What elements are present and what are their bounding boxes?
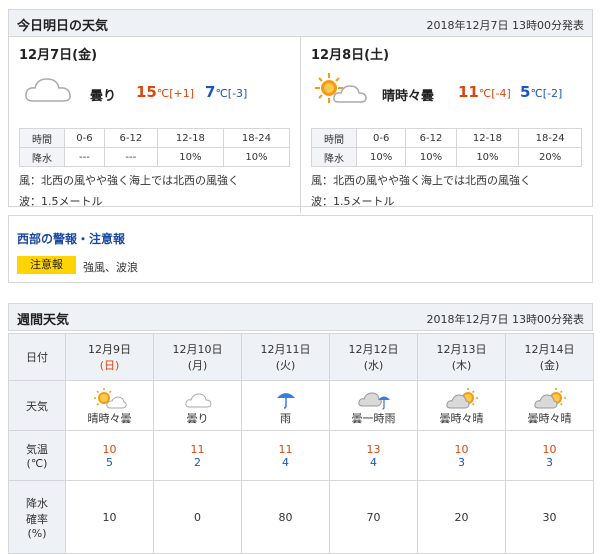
week-temp-cell: 10 3 — [417, 430, 506, 481]
week-weather-text: 雨 — [280, 412, 291, 425]
day-date: 12月8日(土) — [311, 48, 390, 63]
day-card-tomorrow: 12月8日(土) 晴時々曇 11℃[-4] 5℃[-2] 時間 0-6 6-12… — [301, 37, 591, 213]
slot: 0-6 — [355, 128, 407, 148]
low-temp: 7℃[-3] — [205, 83, 248, 101]
week-rain-cell: 20 — [417, 480, 506, 554]
week-date-cell: 12月14日 (金) — [505, 333, 594, 381]
weekly-table: 日付 12月9日 (日) 12月10日 (月) 12月11日 (火) 12月12日 (水… — [8, 333, 594, 554]
week-weather-text: 曇時々晴 — [527, 412, 572, 425]
high-temp: 15℃[+1] — [136, 83, 195, 101]
time-label: 時間 — [19, 128, 65, 148]
week-weather-text: 曇一時雨 — [351, 412, 396, 425]
wind-text: 風：北西の風やや強く海上では北西の風強く — [311, 174, 531, 187]
slot: 18-24 — [518, 128, 582, 148]
precip-value: 10% — [355, 147, 407, 167]
announced-time: 2018年12月7日 13時00分発表 — [426, 19, 584, 32]
precip-value: --- — [103, 147, 158, 167]
weekly-announced-time: 2018年12月7日 13時00分発表 — [426, 313, 584, 326]
slot: 6-12 — [405, 128, 457, 148]
precip-value: 10% — [222, 147, 291, 167]
time-label: 時間 — [311, 128, 357, 148]
week-weather-cell: 曇一時雨 — [329, 380, 418, 431]
weekly-title: 週間天気 — [17, 313, 70, 328]
low-temp: 5℃[-2] — [520, 83, 563, 101]
week-date-cell: 12月13日 (木) — [417, 333, 506, 381]
week-rain-cell: 30 — [505, 480, 594, 554]
today-tomorrow-panel: 今日明日の天気 2018年12月7日 13時00分発表 12月7日(金) 曇り … — [8, 9, 593, 213]
sun-cloud-icon — [315, 73, 367, 103]
weekly-panel: 週間天気 2018年12月7日 13時00分発表 — [8, 303, 593, 331]
day-date: 12月7日(金) — [19, 48, 98, 63]
precip-value: 10% — [156, 147, 224, 167]
week-weather-cell: 曇り — [153, 380, 242, 431]
week-weather-cell: 曇時々晴 — [505, 380, 594, 431]
cloud-icon — [25, 78, 71, 102]
sun-cloud-icon — [93, 388, 127, 409]
precip-value: 20% — [518, 147, 582, 167]
umbrella-icon — [276, 393, 295, 409]
today-tomorrow-header: 今日明日の天気 2018年12月7日 13時00分発表 — [9, 10, 592, 37]
cloud-sun-icon — [533, 388, 566, 409]
rain-label: 降水 — [311, 147, 357, 167]
wind-text: 風：北西の風やや強く海上では北西の風強く — [19, 174, 239, 187]
warnings-title-link[interactable]: 西部の警報・注意報 — [17, 230, 125, 247]
day-weather: 晴時々曇 — [382, 89, 435, 104]
week-date-cell: 12月11日 (火) — [241, 333, 330, 381]
high-temp: 11℃[-4] — [458, 83, 511, 101]
wave-text: 波：1.5メートル — [19, 195, 103, 208]
week-rain-cell: 80 — [241, 480, 330, 554]
precip-value: --- — [64, 147, 105, 167]
slot: 12-18 — [455, 128, 520, 148]
advisory-text: 強風、波浪 — [83, 261, 138, 274]
week-date-cell: 12月12日 (水) — [329, 333, 418, 381]
week-weather-text: 晴時々曇 — [87, 412, 132, 425]
today-tomorrow-title: 今日明日の天気 — [17, 19, 109, 34]
cloud-sun-icon — [445, 388, 478, 409]
week-weather-cell: 雨 — [241, 380, 330, 431]
week-date-cell: 12月9日 (日) — [65, 333, 154, 381]
warnings-panel: 西部の警報・注意報 注意報 強風、波浪 — [8, 215, 593, 283]
slot: 0-6 — [64, 128, 105, 148]
cloud-umbrella-icon — [357, 392, 390, 410]
slot: 12-18 — [156, 128, 224, 148]
week-weather-cell: 晴時々曇 — [65, 380, 154, 431]
day-card-today: 12月7日(金) 曇り 15℃[+1] 7℃[-3] 時間 0-6 6-12 1… — [9, 37, 299, 213]
precip-table: 時間 0-6 6-12 12-18 18-24 降水 --- --- 10% 1… — [19, 128, 291, 167]
wave-text: 波：1.5メートル — [311, 195, 395, 208]
date-label: 日付 — [8, 333, 66, 381]
temp-label: 気温 (℃) — [8, 430, 66, 481]
week-rain-cell: 70 — [329, 480, 418, 554]
slot: 6-12 — [103, 128, 158, 148]
rain-label: 降水 — [19, 147, 65, 167]
week-rain-cell: 10 — [65, 480, 154, 554]
slot: 18-24 — [222, 128, 291, 148]
weekly-header: 週間天気 2018年12月7日 13時00分発表 — [9, 304, 592, 331]
week-weather-text: 曇り — [186, 412, 209, 425]
day-weather: 曇り — [90, 89, 117, 104]
weather-label: 天気 — [8, 380, 66, 431]
week-temp-cell: 10 3 — [505, 430, 594, 481]
week-temp-cell: 11 4 — [241, 430, 330, 481]
week-temp-cell: 10 5 — [65, 430, 154, 481]
precip-table: 時間 0-6 6-12 12-18 18-24 降水 10% 10% 10% 2… — [311, 128, 582, 167]
week-temp-cell: 13 4 — [329, 430, 418, 481]
week-rain-cell: 0 — [153, 480, 242, 554]
cloud-icon — [184, 393, 212, 408]
precip-value: 10% — [455, 147, 520, 167]
week-date-cell: 12月10日 (月) — [153, 333, 242, 381]
week-temp-cell: 11 2 — [153, 430, 242, 481]
advisory-badge: 注意報 — [17, 256, 76, 274]
week-weather-text: 曇時々晴 — [439, 412, 484, 425]
precip-value: 10% — [405, 147, 457, 167]
rain-prob-label: 降水 確率 (%) — [8, 480, 66, 554]
week-weather-cell: 曇時々晴 — [417, 380, 506, 431]
